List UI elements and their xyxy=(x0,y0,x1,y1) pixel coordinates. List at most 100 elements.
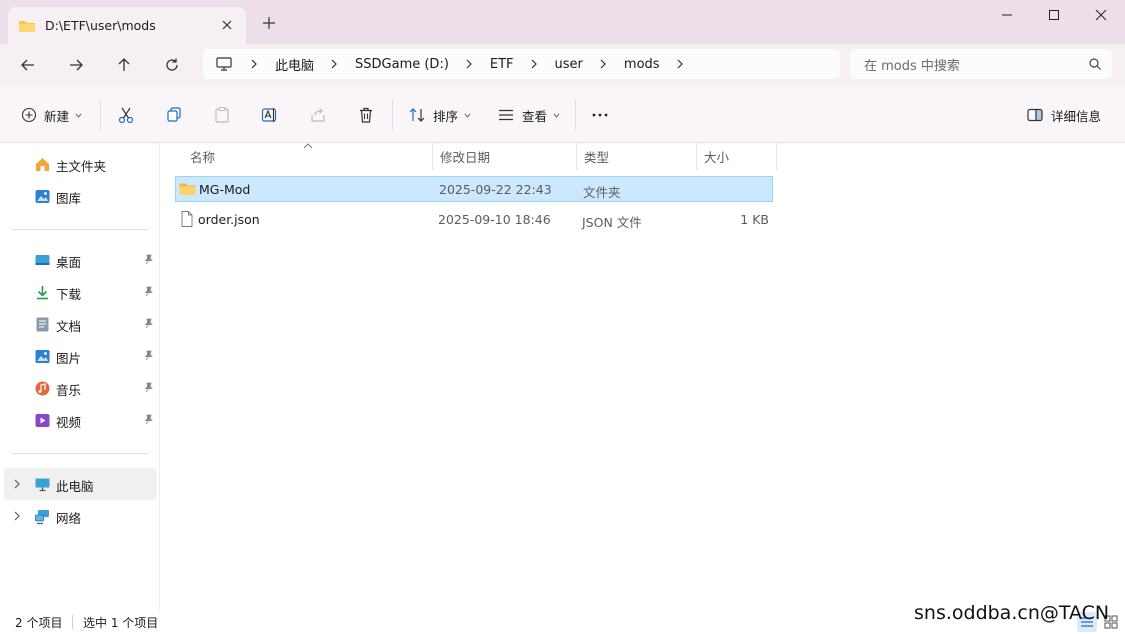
sidebar-item-label: 桌面 xyxy=(56,255,82,270)
column-header-type[interactable]: 类型 xyxy=(577,143,697,170)
sidebar-item-label: 下载 xyxy=(56,287,82,302)
more-options-button[interactable] xyxy=(591,104,609,126)
details-pane-button[interactable]: 详细信息 xyxy=(1026,104,1101,126)
toolbar-divider xyxy=(392,100,393,130)
sidebar-item-network[interactable]: 网络 xyxy=(4,500,157,532)
chevron-right-icon[interactable] xyxy=(13,511,21,521)
delete-button[interactable] xyxy=(357,104,375,126)
arrow-left-icon xyxy=(21,59,34,71)
sidebar-item-music[interactable]: 音乐 xyxy=(4,372,157,404)
copy-button[interactable] xyxy=(165,104,183,126)
pin-icon[interactable] xyxy=(143,350,154,361)
details-pane-icon xyxy=(1027,108,1043,122)
view-button[interactable]: 查看 xyxy=(497,104,560,126)
video-icon xyxy=(34,412,51,429)
new-button[interactable]: 新建 xyxy=(21,104,82,126)
close-window-button[interactable] xyxy=(1078,0,1124,30)
new-tab-icon[interactable] xyxy=(262,16,276,30)
pin-icon[interactable] xyxy=(143,414,154,425)
selected-count: 选中 1 个项目 xyxy=(83,616,159,630)
title-bar: D:\ETF\user\mods xyxy=(0,0,1125,44)
back-button[interactable] xyxy=(17,54,39,76)
table-row[interactable]: MG-Mod 2025-09-22 22:43 文件夹 xyxy=(175,176,773,202)
sidebar-item-home[interactable]: 主文件夹 xyxy=(4,148,157,180)
chevron-right-icon[interactable] xyxy=(675,57,685,71)
download-icon xyxy=(34,284,51,301)
command-bar: 新建 排序 查看 详细信息 xyxy=(0,86,1125,143)
rename-icon xyxy=(261,108,277,122)
refresh-icon xyxy=(166,58,178,71)
copy-icon xyxy=(167,107,181,122)
close-icon xyxy=(1095,9,1107,21)
plus-circle-icon xyxy=(21,107,37,123)
chevron-right-icon[interactable] xyxy=(249,57,259,71)
file-type: JSON 文件 xyxy=(582,215,642,230)
file-icon xyxy=(178,211,195,227)
pictures-icon xyxy=(34,348,51,365)
paste-button[interactable] xyxy=(213,104,231,126)
view-list-icon xyxy=(499,109,513,121)
sort-button[interactable]: 排序 xyxy=(408,104,471,126)
column-header-modified[interactable]: 修改日期 xyxy=(433,143,577,170)
up-button[interactable] xyxy=(113,54,135,76)
chevron-right-icon[interactable] xyxy=(329,57,339,71)
breadcrumb-etf[interactable]: ETF xyxy=(490,57,514,72)
sidebar-item-videos[interactable]: 视频 xyxy=(4,404,157,436)
close-tab-icon[interactable] xyxy=(220,18,234,32)
sidebar-item-label: 视频 xyxy=(56,415,82,430)
chevron-right-icon[interactable] xyxy=(598,57,608,71)
sidebar-item-downloads[interactable]: 下载 xyxy=(4,276,157,308)
maximize-button[interactable] xyxy=(1031,0,1077,30)
chevron-right-icon[interactable] xyxy=(464,57,474,71)
tab-current[interactable]: D:\ETF\user\mods xyxy=(8,7,246,44)
sidebar-item-label: 音乐 xyxy=(56,383,82,398)
chevron-right-icon[interactable] xyxy=(529,57,539,71)
file-name: order.json xyxy=(198,212,260,227)
sidebar-item-pictures[interactable]: 图片 xyxy=(4,340,157,372)
sidebar-divider xyxy=(12,229,148,230)
minimize-button[interactable] xyxy=(984,0,1030,30)
item-count: 2 个项目 xyxy=(15,616,63,630)
breadcrumb-this-pc[interactable]: 此电脑 xyxy=(275,55,314,74)
forward-button[interactable] xyxy=(65,54,87,76)
folder-icon xyxy=(18,18,36,34)
breadcrumb-user[interactable]: user xyxy=(555,57,583,72)
sidebar-divider xyxy=(12,453,148,454)
file-name: MG-Mod xyxy=(199,182,251,197)
sidebar-item-this-pc[interactable]: 此电脑 xyxy=(4,468,157,500)
file-list: 名称 修改日期 类型 大小 MG-Mod 2025-09-22 22:43 文件… xyxy=(161,143,1125,610)
pin-icon[interactable] xyxy=(143,254,154,265)
sidebar-item-documents[interactable]: 文档 xyxy=(4,308,157,340)
this-pc-icon xyxy=(34,476,51,493)
breadcrumb-drive[interactable]: SSDGame (D:) xyxy=(355,57,449,72)
refresh-button[interactable] xyxy=(161,54,183,76)
address-bar[interactable]: 此电脑 SSDGame (D:) ETF user mods xyxy=(203,49,840,79)
music-icon xyxy=(34,380,51,397)
computer-icon xyxy=(215,56,233,72)
cut-button[interactable] xyxy=(117,104,135,126)
paste-icon xyxy=(215,106,229,123)
file-type: 文件夹 xyxy=(583,185,621,200)
sort-ascending-icon xyxy=(303,143,313,149)
search-icon[interactable] xyxy=(1088,57,1102,71)
sidebar-item-gallery[interactable]: 图库 xyxy=(4,180,157,212)
column-header-size[interactable]: 大小 xyxy=(697,143,777,170)
search-placeholder: 在 mods 中搜索 xyxy=(864,58,960,74)
rename-button[interactable] xyxy=(261,104,279,126)
pin-icon[interactable] xyxy=(143,286,154,297)
sidebar-item-label: 主文件夹 xyxy=(56,159,107,174)
chevron-right-icon[interactable] xyxy=(13,479,21,489)
tab-title: D:\ETF\user\mods xyxy=(45,18,156,33)
toolbar-divider xyxy=(100,100,101,130)
search-input[interactable]: 在 mods 中搜索 xyxy=(850,49,1112,79)
breadcrumb-mods[interactable]: mods xyxy=(624,57,660,72)
pin-icon[interactable] xyxy=(143,318,154,329)
view-label: 查看 xyxy=(522,108,548,124)
sidebar-item-desktop[interactable]: 桌面 xyxy=(4,244,157,276)
scissors-icon xyxy=(118,107,134,124)
share-icon xyxy=(311,108,325,122)
table-row[interactable]: order.json 2025-09-10 18:46 JSON 文件 1 KB xyxy=(175,207,773,233)
navigation-pane: 主文件夹 图库 桌面 下载 文档 图片 音乐 视频 此电脑 网络 xyxy=(0,143,160,610)
pin-icon[interactable] xyxy=(143,382,154,393)
share-button[interactable] xyxy=(309,104,327,126)
